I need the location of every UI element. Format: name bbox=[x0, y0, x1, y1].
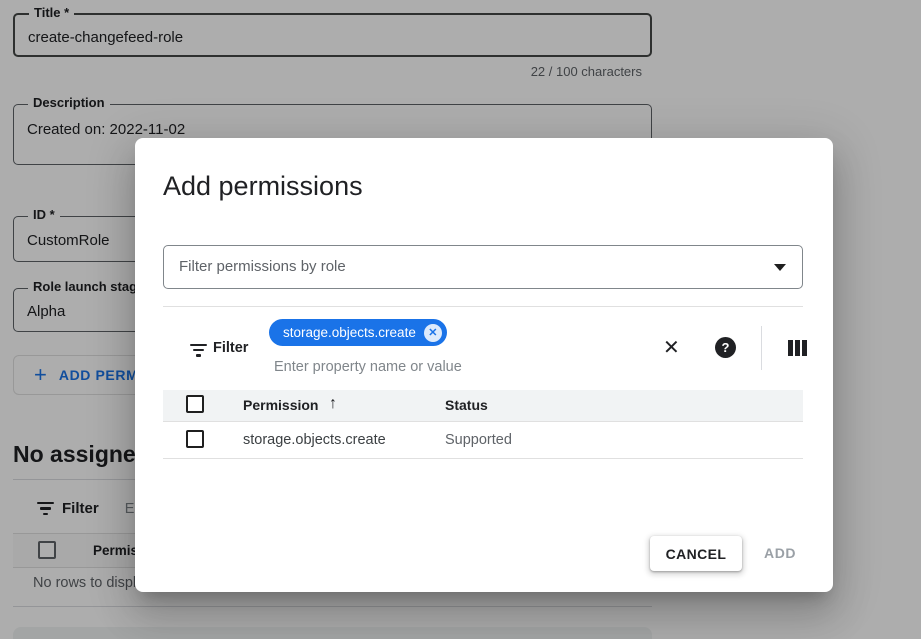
select-all-checkbox[interactable] bbox=[186, 395, 204, 413]
permissions-table-header: Permission ↑ Status bbox=[163, 390, 803, 422]
table-row[interactable]: storage.objects.create Supported bbox=[163, 422, 803, 459]
dialog-title: Add permissions bbox=[163, 171, 363, 202]
permissions-filter-bar[interactable]: Filter storage.objects.create ✕ Enter pr… bbox=[163, 306, 803, 390]
status-cell: Supported bbox=[445, 432, 512, 448]
filter-label: Filter bbox=[213, 340, 248, 356]
filter-input-placeholder[interactable]: Enter property name or value bbox=[274, 359, 462, 375]
add-permissions-dialog: Add permissions Filter permissions by ro… bbox=[135, 138, 833, 592]
add-button[interactable]: ADD bbox=[764, 536, 796, 571]
chip-remove-icon[interactable]: ✕ bbox=[424, 324, 442, 342]
help-icon[interactable]: ? bbox=[715, 337, 736, 358]
create-role-page: Title * create-changefeed-role 22 / 100 … bbox=[0, 0, 921, 639]
role-filter-select-value: Filter permissions by role bbox=[179, 246, 346, 288]
status-column-header[interactable]: Status bbox=[445, 397, 488, 413]
row-checkbox[interactable] bbox=[186, 430, 204, 448]
chevron-down-icon bbox=[774, 264, 786, 271]
column-display-icon[interactable] bbox=[788, 340, 807, 356]
filter-chip-label: storage.objects.create bbox=[283, 325, 416, 340]
divider bbox=[761, 326, 762, 370]
filter-chip[interactable]: storage.objects.create ✕ bbox=[269, 319, 447, 346]
cancel-button[interactable]: CANCEL bbox=[650, 536, 742, 571]
role-filter-select[interactable]: Filter permissions by role bbox=[163, 245, 803, 289]
permission-column-header[interactable]: Permission bbox=[243, 397, 318, 413]
filter-icon bbox=[190, 344, 207, 357]
clear-filter-icon[interactable]: ✕ bbox=[663, 335, 680, 360]
permission-cell: storage.objects.create bbox=[243, 432, 386, 448]
sort-ascending-icon[interactable]: ↑ bbox=[329, 395, 337, 413]
